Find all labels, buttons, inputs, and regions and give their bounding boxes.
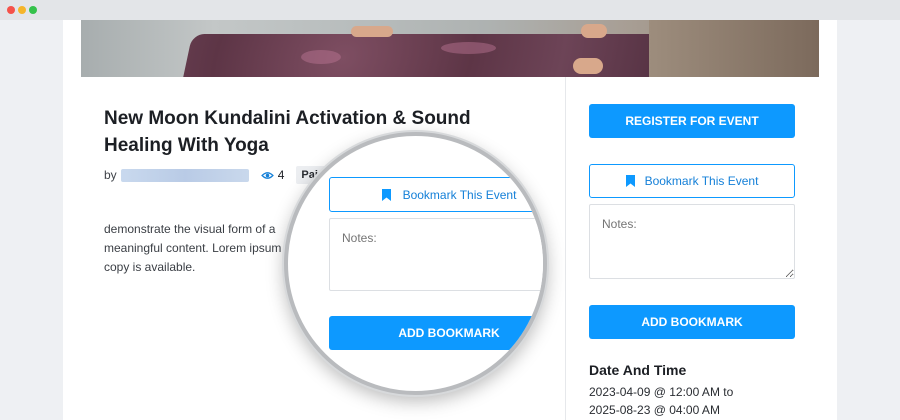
bookmark-event-label: Bookmark This Event: [644, 174, 759, 188]
date-time-end: 2025-08-23 @ 04:00 AM: [589, 403, 720, 417]
foot-graphic: [351, 26, 393, 37]
bookmark-icon: [381, 188, 391, 201]
magnified-bookmark-event-button[interactable]: Bookmark This Event: [329, 177, 543, 212]
event-hero-image: [81, 20, 819, 77]
magnifier-content: Bookmark This Event ADD BOOKMARK: [288, 136, 543, 391]
maximize-window-icon[interactable]: [29, 6, 37, 14]
browser-titlebar: [0, 0, 900, 20]
notes-textarea[interactable]: [589, 204, 795, 279]
view-count-value: 4: [277, 168, 285, 182]
register-button[interactable]: REGISTER FOR EVENT: [589, 104, 795, 138]
date-time-heading: Date And Time: [589, 362, 687, 378]
date-time-start: 2023-04-09 @ 12:00 AM to: [589, 385, 734, 399]
bookmark-icon: [625, 175, 635, 187]
add-bookmark-label: ADD BOOKMARK: [641, 315, 743, 329]
magnified-bookmark-label: Bookmark This Event: [402, 187, 517, 202]
add-bookmark-button[interactable]: ADD BOOKMARK: [589, 305, 795, 339]
register-button-label: REGISTER FOR EVENT: [625, 114, 759, 128]
magnified-notes-textarea[interactable]: [329, 218, 543, 291]
view-count: 4: [260, 168, 285, 182]
foot-graphic: [581, 24, 607, 38]
foot-graphic: [573, 58, 603, 74]
minimize-window-icon[interactable]: [18, 6, 26, 14]
mat-texture: [301, 50, 341, 64]
bookmark-event-button[interactable]: Bookmark This Event: [589, 164, 795, 198]
yoga-mat-graphic: [179, 34, 713, 77]
close-window-icon[interactable]: [7, 6, 15, 14]
eye-icon: [260, 171, 274, 179]
magnifier-lens: Bookmark This Event ADD BOOKMARK: [284, 132, 547, 395]
author-name-redacted[interactable]: [120, 168, 249, 182]
column-divider: [565, 77, 566, 420]
magnified-add-bookmark-label: ADD BOOKMARK: [398, 326, 500, 340]
magnified-add-bookmark-button[interactable]: ADD BOOKMARK: [329, 316, 543, 350]
wall-graphic: [649, 20, 819, 77]
event-description: demonstrate the visual form of a meaning…: [104, 222, 282, 274]
mat-texture: [441, 42, 496, 54]
author-by-label: by: [104, 168, 117, 182]
